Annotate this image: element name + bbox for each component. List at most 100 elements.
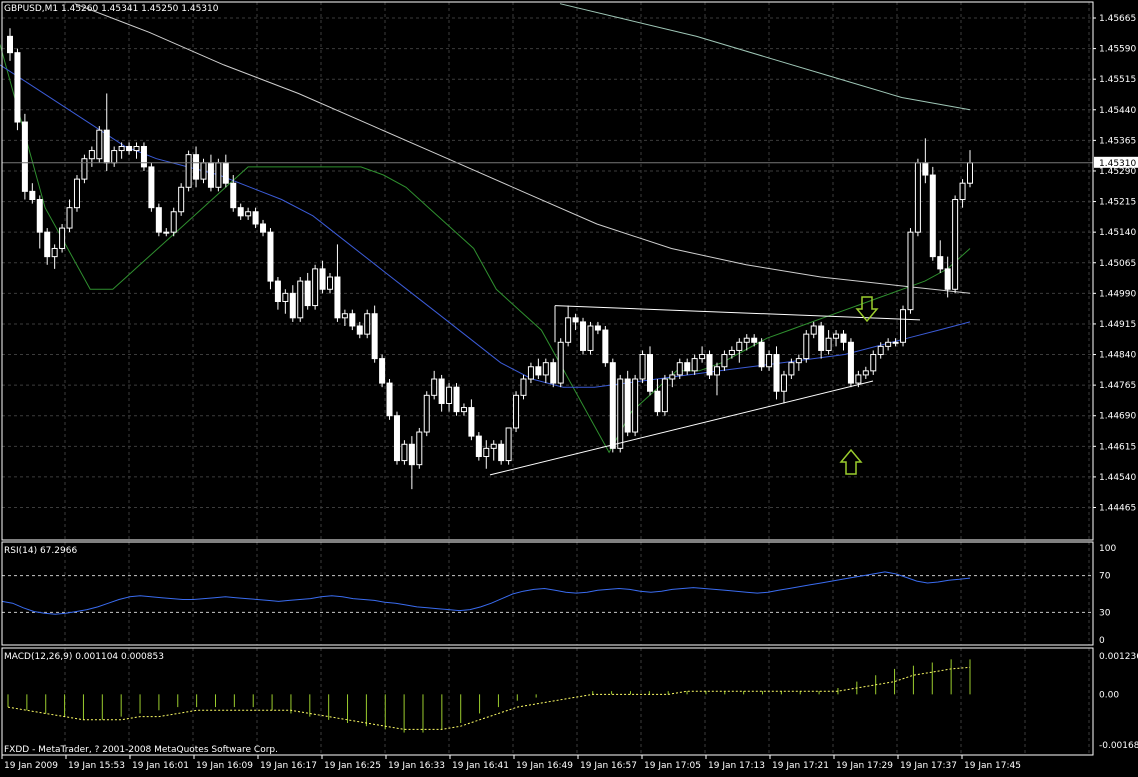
time-label: 19 Jan 16:49 xyxy=(516,761,573,771)
candle-body-bull xyxy=(810,325,817,335)
rsi-header: RSI(14) 67.2966 xyxy=(4,546,78,556)
candle-body-bear xyxy=(371,313,378,360)
candle-body-bull xyxy=(88,150,95,160)
candle-body-bear xyxy=(29,190,36,201)
candle-body-bear xyxy=(36,199,43,233)
candle-body-bear xyxy=(706,354,713,376)
candle-body-bull xyxy=(967,162,973,184)
candle xyxy=(505,427,512,465)
price-label: 1.44990 xyxy=(1099,289,1136,299)
price-label: 1.45215 xyxy=(1099,198,1136,208)
macd-axis-label: -0.001685 xyxy=(1099,741,1138,751)
candle-body-bull xyxy=(527,366,534,380)
candle-body-bull xyxy=(490,443,497,449)
price-label: 1.45065 xyxy=(1099,259,1136,269)
candle xyxy=(870,350,877,375)
candle-body-bull xyxy=(111,150,118,164)
candle-body-bull xyxy=(877,345,884,356)
candle-body-bear xyxy=(498,443,505,462)
candle-body-bear xyxy=(252,211,259,225)
candle-body-bear xyxy=(222,162,229,184)
candle xyxy=(609,358,616,453)
candle xyxy=(773,346,780,400)
candle-body-bear xyxy=(751,337,758,343)
candle-body-bull xyxy=(133,145,140,152)
candle-body-bull xyxy=(900,309,907,343)
rsi-axis-label: 70 xyxy=(1099,572,1111,582)
time-label: 19 Jan 17:37 xyxy=(900,761,957,771)
candle-body-bull xyxy=(401,443,408,462)
candle xyxy=(155,203,162,237)
candle xyxy=(386,379,393,420)
macd-axis-label: 0.00 xyxy=(1099,690,1119,700)
candle xyxy=(215,158,222,192)
time-label: 19 Jan 16:33 xyxy=(388,761,445,771)
candle-body-bull xyxy=(557,341,564,384)
candle xyxy=(416,427,423,469)
price-label: 1.44465 xyxy=(1099,504,1136,514)
candle-body-bear xyxy=(334,276,341,319)
candle xyxy=(59,223,66,253)
candle-body-bull xyxy=(795,358,802,364)
candle-body-bull xyxy=(833,333,840,339)
candle-body-bull xyxy=(862,370,869,376)
candle-body-bull xyxy=(431,378,438,396)
time-label: 19 Jan 16:41 xyxy=(452,761,509,771)
candle-body-bear xyxy=(758,341,765,368)
candle xyxy=(520,374,527,400)
time-label: 19 Jan 17:29 xyxy=(836,761,893,771)
candle xyxy=(914,158,921,237)
candle-body-bear xyxy=(929,174,936,258)
candle-body-bear xyxy=(349,313,356,327)
trading-chart[interactable]: 100 70 30 0 0.001236 0.00 -0.001685 1.45665 1.… xyxy=(0,0,1138,777)
symbol-header: GBPUSD,M1 1.45260 1.45341 1.45250 1.4531… xyxy=(4,4,219,14)
candle xyxy=(81,154,88,184)
candle-body-bull xyxy=(632,378,639,433)
candle xyxy=(178,183,185,216)
candle-body-bear xyxy=(21,121,28,192)
candle-body-bull xyxy=(282,292,289,303)
candle-body-bear xyxy=(840,333,847,343)
candle-body-bull xyxy=(728,349,735,356)
candle-body-bull xyxy=(73,178,80,209)
candle xyxy=(639,350,646,384)
candle-body-bull xyxy=(520,378,527,396)
rsi-axis-label: 0 xyxy=(1099,636,1105,646)
candle-body-bull xyxy=(907,231,914,311)
candle-body-bear xyxy=(14,52,21,123)
candle xyxy=(21,113,28,200)
candle xyxy=(706,350,713,380)
candle-body-bull xyxy=(952,199,959,290)
candle-body-bull xyxy=(676,362,683,376)
time-label: 19 Jan 15:53 xyxy=(68,761,125,771)
candle-body-bull xyxy=(736,341,743,351)
candle-body-bear xyxy=(624,378,631,433)
price-label: 1.45590 xyxy=(1099,45,1136,55)
price-label: 1.44915 xyxy=(1099,320,1136,330)
candle-body-bear xyxy=(386,382,393,417)
candle xyxy=(617,374,624,453)
candle-body-bear xyxy=(468,407,475,437)
candle xyxy=(475,432,482,461)
candle-body-bull xyxy=(713,366,720,376)
candle xyxy=(900,305,907,347)
candle-body-bear xyxy=(937,256,944,270)
candle-body-bull xyxy=(587,325,594,351)
candle-body-bear xyxy=(274,280,281,303)
candle-body-bear xyxy=(550,362,557,384)
candle-body-bear xyxy=(103,129,110,164)
candle-body-bull xyxy=(51,247,58,258)
candle xyxy=(624,370,631,437)
candle-body-bear xyxy=(230,182,237,209)
candle-body-bull xyxy=(661,378,668,413)
candle-body-bull xyxy=(460,407,467,413)
candle-body-bull xyxy=(825,337,832,351)
price-label: 1.45140 xyxy=(1099,228,1136,238)
candle xyxy=(453,383,460,416)
time-label: 19 Jan 2009 xyxy=(4,761,58,771)
candle xyxy=(758,338,765,371)
candle-body-bull xyxy=(691,358,698,372)
candle-body-bull xyxy=(669,374,676,380)
price-label: 1.44690 xyxy=(1099,412,1136,422)
candle-body-bear xyxy=(475,435,482,458)
